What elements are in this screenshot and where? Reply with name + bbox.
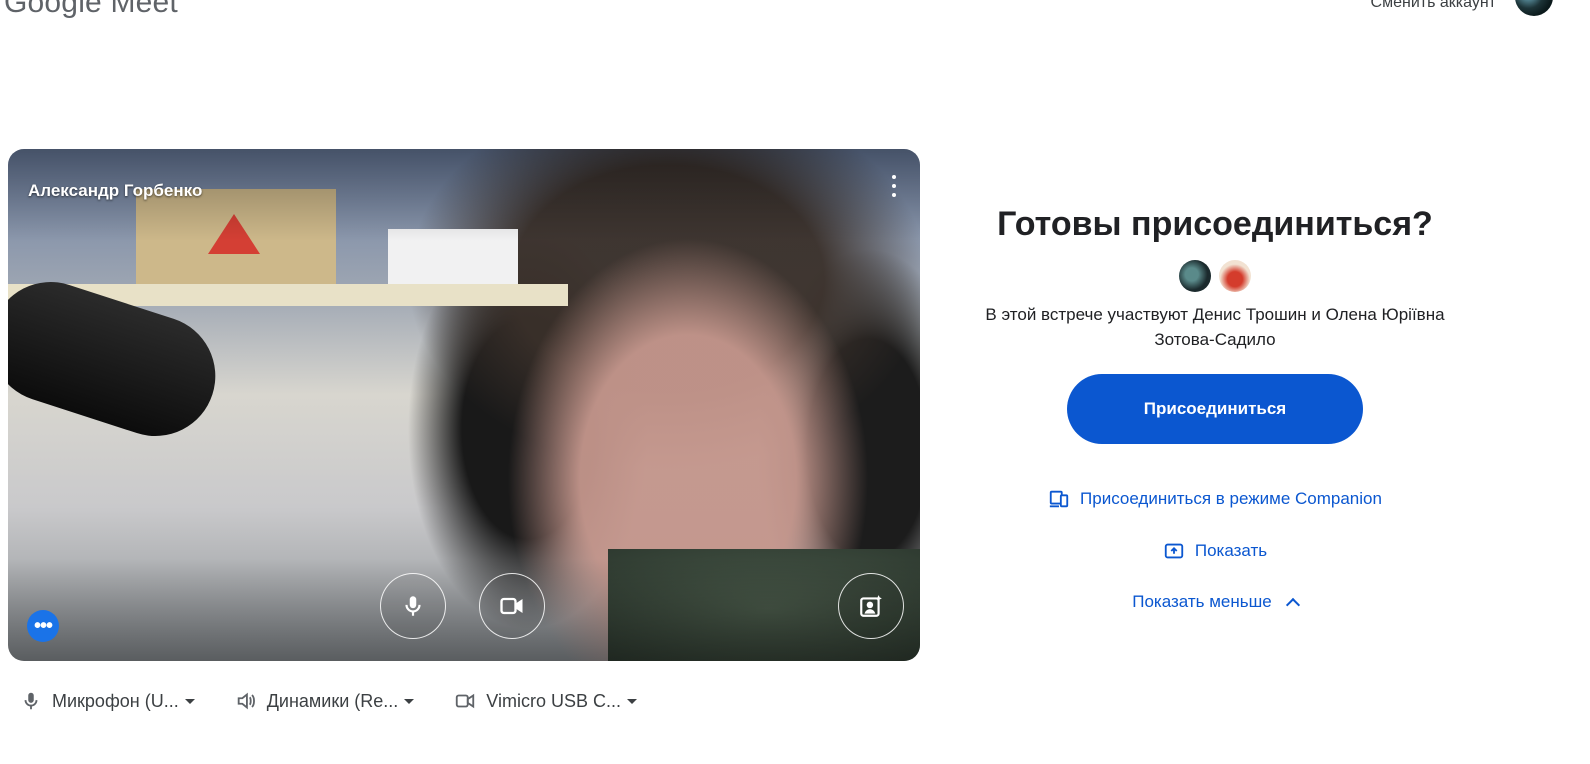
- microphone-toggle-button[interactable]: [380, 573, 446, 639]
- present-screen-icon: [1164, 543, 1184, 559]
- more-dots-button[interactable]: •••: [27, 610, 59, 642]
- video-camera-icon: [456, 693, 475, 709]
- present-label: Показать: [1194, 541, 1268, 560]
- chevron-down-icon: [184, 698, 195, 704]
- camera-toggle-button[interactable]: [479, 573, 545, 639]
- portrait-sparkle-icon: [860, 595, 882, 617]
- present-link[interactable]: Показать: [940, 540, 1490, 562]
- microphone-icon: [24, 692, 38, 710]
- join-button[interactable]: Присоединиться: [1067, 374, 1363, 444]
- self-video-preview: Александр Горбенко •••: [8, 149, 920, 661]
- video-vignette: [8, 149, 920, 661]
- account-avatar[interactable]: [1515, 0, 1553, 16]
- speaker-select[interactable]: Динамики (Re...: [235, 690, 415, 712]
- participant-avatar: [1219, 260, 1251, 292]
- show-less-label: Показать меньше: [1132, 592, 1272, 611]
- microphone-select-label: Микрофон (U...: [52, 690, 179, 711]
- video-camera-icon: [500, 597, 523, 615]
- participant-avatar: [1179, 260, 1211, 292]
- switch-account-link[interactable]: Сменить аккаунт: [1371, 0, 1496, 12]
- in-call-participants-text: В этой встрече участвуют Денис Трошин и …: [985, 305, 1445, 349]
- devices-icon: [1049, 490, 1069, 508]
- self-name-label: Александр Горбенко: [28, 181, 203, 200]
- show-less-toggle[interactable]: Показать меньше: [940, 592, 1490, 612]
- microphone-icon: [405, 596, 421, 616]
- speaker-icon: [237, 692, 255, 710]
- speaker-select-label: Динамики (Re...: [266, 690, 399, 711]
- google-meet-logo[interactable]: Google Meet: [4, 0, 178, 20]
- chevron-up-icon: [1285, 597, 1300, 612]
- more-options-button[interactable]: [890, 175, 898, 197]
- participant-avatars: [940, 260, 1490, 292]
- camera-select[interactable]: Vimicro USB C...: [454, 690, 637, 712]
- visual-effects-button[interactable]: [838, 573, 904, 639]
- ready-to-join-title: Готовы присоединиться?: [997, 205, 1433, 243]
- chevron-down-icon: [404, 698, 415, 704]
- companion-mode-label: Присоединиться в режиме Companion: [1080, 489, 1382, 508]
- device-selector-bar: Микрофон (U... Динамики (Re... Vimicro U…: [20, 690, 677, 712]
- microphone-select[interactable]: Микрофон (U...: [20, 690, 195, 712]
- camera-select-label: Vimicro USB C...: [486, 690, 621, 711]
- companion-mode-link[interactable]: Присоединиться в режиме Companion: [940, 488, 1490, 510]
- join-panel: Готовы присоединиться? В этой встрече уч…: [940, 205, 1490, 612]
- chevron-down-icon: [626, 698, 637, 704]
